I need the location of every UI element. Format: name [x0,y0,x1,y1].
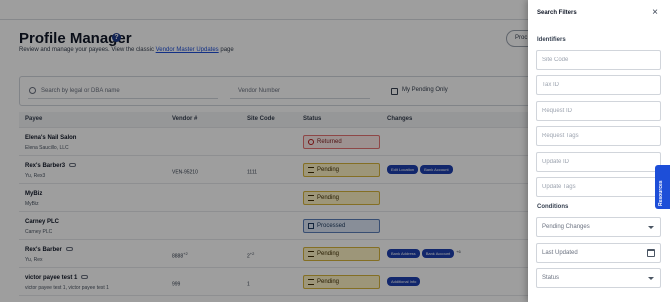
request-id-field[interactable] [536,101,661,121]
pending-changes-select[interactable]: Pending Changes [536,217,661,237]
modal-overlay[interactable] [0,0,528,302]
update-id-field[interactable] [536,152,661,172]
pending-changes-label: Pending Changes [542,224,590,230]
chevron-down-icon [648,226,654,229]
panel-title: Search Filters [537,10,577,16]
update-tags-input[interactable] [537,178,660,196]
conditions-heading: Conditions [537,204,569,210]
calendar-icon[interactable] [647,249,655,257]
update-tags-field[interactable] [536,177,661,197]
status-label: Status [542,275,560,281]
tax-id-field[interactable] [536,75,661,95]
update-id-input[interactable] [537,153,660,171]
chevron-down-icon [648,277,654,280]
close-icon[interactable]: × [650,8,660,18]
resources-tab[interactable]: Resources [655,165,670,209]
site-code-input[interactable] [537,51,660,69]
resources-label: Resources [658,180,664,206]
status-select[interactable]: Status [536,268,661,288]
site-code-field[interactable] [536,50,661,70]
identifiers-heading: Identifiers [537,37,566,43]
request-tags-field[interactable] [536,126,661,146]
request-id-input[interactable] [537,102,660,120]
search-filters-panel: Search Filters × Identifiers Conditions … [528,0,670,302]
request-tags-input[interactable] [537,127,660,145]
last-updated-field[interactable]: Last Updated [536,243,661,263]
tax-id-input[interactable] [537,76,660,94]
last-updated-label: Last Updated [542,250,578,256]
